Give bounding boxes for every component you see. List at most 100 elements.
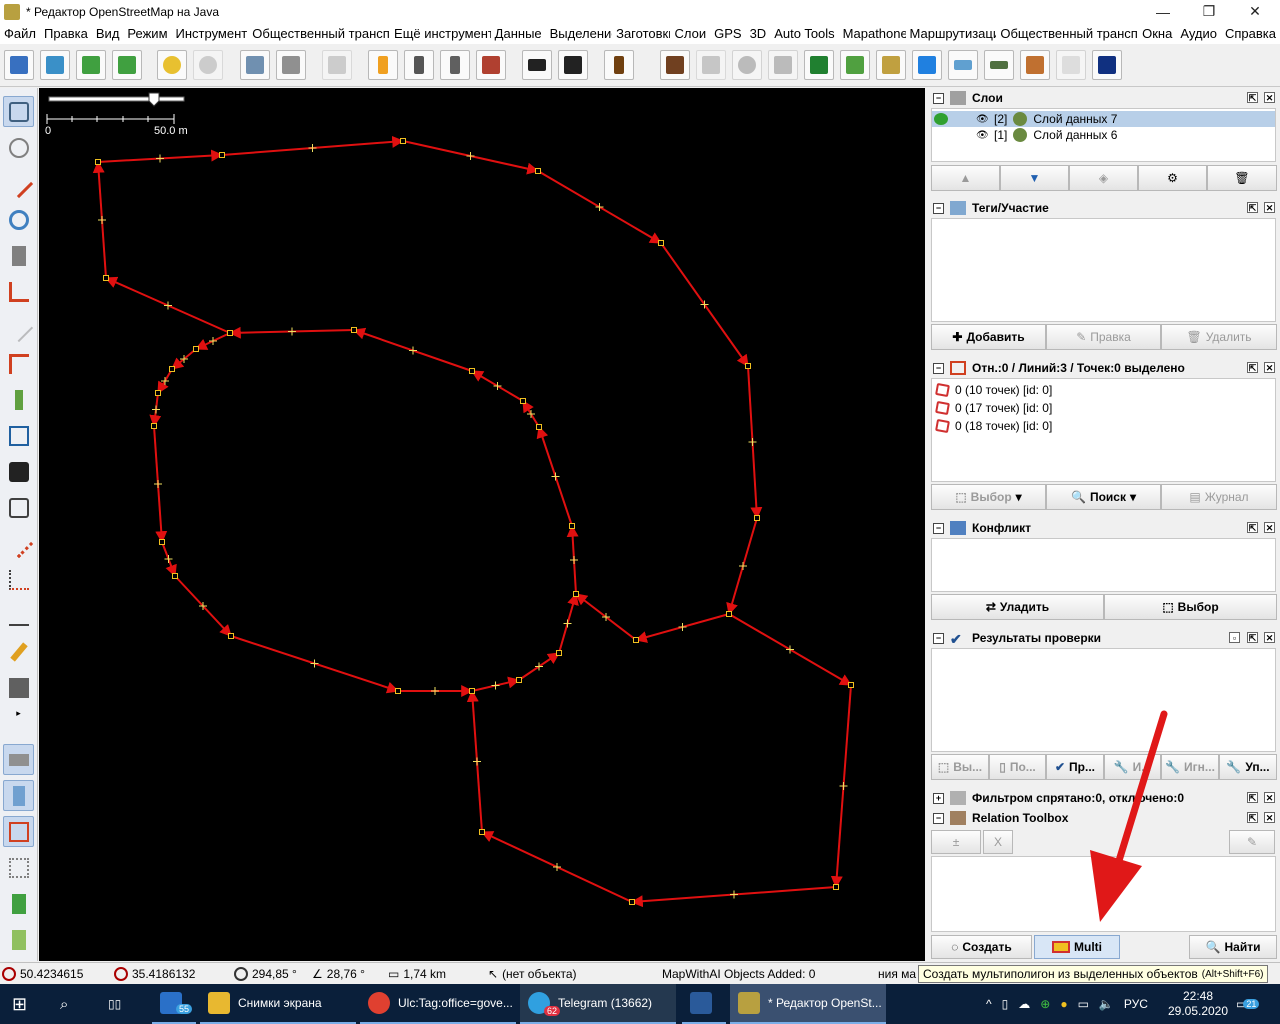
download-icon[interactable]	[40, 50, 70, 80]
map-node[interactable]	[726, 611, 732, 617]
notifications-button[interactable]: ▭ 21	[1236, 984, 1260, 1024]
bus-stop-icon[interactable]	[3, 456, 34, 487]
restaurant-icon[interactable]	[604, 50, 634, 80]
map-node[interactable]	[536, 424, 542, 430]
close-icon[interactable]: ✕	[1264, 812, 1275, 823]
bus-icon[interactable]	[558, 50, 588, 80]
map-node[interactable]	[556, 650, 562, 656]
building-tool-icon[interactable]	[3, 672, 34, 703]
map-node[interactable]	[479, 829, 485, 835]
add-tag-button[interactable]: ✚ Добавить	[931, 324, 1046, 350]
map-node[interactable]	[658, 240, 664, 246]
tag-tool-icon[interactable]	[3, 384, 34, 415]
map-node[interactable]	[228, 633, 234, 639]
close-icon[interactable]: ✕	[1264, 362, 1275, 373]
map-node[interactable]	[535, 168, 541, 174]
menu-public-transport-2[interactable]: Общественный транспорт	[996, 26, 1138, 41]
collapse-icon[interactable]: −	[933, 362, 944, 374]
add-node-icon[interactable]	[3, 600, 34, 631]
settings-icon[interactable]: ▫	[1229, 632, 1240, 643]
parking-icon[interactable]	[768, 50, 798, 80]
taskbar-mail[interactable]: 55	[152, 984, 196, 1024]
menu-more-tools[interactable]: Ещё инструменты	[390, 26, 491, 41]
virtual-node[interactable]	[839, 782, 848, 790]
history-button[interactable]: ▤ Журнал	[1161, 484, 1277, 510]
map-canvas[interactable]	[39, 88, 925, 961]
virtual-node[interactable]	[156, 154, 164, 163]
disabled-icon[interactable]	[1056, 50, 1086, 80]
conflict-panel-title[interactable]: − Конфликт ⇱ ✕	[929, 518, 1280, 538]
forest-icon[interactable]	[804, 50, 834, 80]
edit-relation-button[interactable]: ✎	[1229, 830, 1275, 854]
map-node[interactable]	[395, 688, 401, 694]
map-node[interactable]	[848, 682, 854, 688]
map-node[interactable]	[520, 398, 526, 404]
virtual-node[interactable]	[431, 687, 439, 695]
menu-auto-tools[interactable]: Auto Tools	[770, 26, 838, 41]
map-node[interactable]	[745, 363, 751, 369]
menu-view[interactable]: Вид	[92, 26, 124, 41]
zoom-tool-icon[interactable]	[3, 204, 34, 235]
find-relation-button[interactable]: 🔍 Найти	[1189, 935, 1277, 959]
tags-panel-title[interactable]: − Теги/Участие ⇱ ✕	[929, 198, 1280, 218]
collapse-icon[interactable]: −	[933, 812, 944, 824]
menu-mapathoner[interactable]: Mapathoner	[839, 26, 906, 41]
virtual-node[interactable]	[161, 377, 169, 385]
menu-file[interactable]: Файл	[0, 26, 40, 41]
plus-icon[interactable]: ⊕	[1040, 997, 1050, 1011]
menu-3d[interactable]: 3D	[746, 26, 771, 41]
virtual-node[interactable]	[288, 327, 296, 336]
taskbar-explorer[interactable]: Снимки экрана	[200, 984, 356, 1024]
virtual-node[interactable]	[154, 480, 162, 488]
map-node[interactable]	[227, 330, 233, 336]
align-icon[interactable]	[3, 528, 34, 559]
virtual-node[interactable]	[473, 757, 481, 766]
volume-icon[interactable]: 🔈	[1099, 997, 1114, 1011]
cloud-icon[interactable]: ☁	[1018, 997, 1030, 1011]
menu-help[interactable]: Справка	[1221, 26, 1280, 41]
close-button[interactable]: ✕	[1232, 0, 1278, 23]
menu-audio[interactable]: Аудио	[1176, 26, 1221, 41]
virtual-node[interactable]	[786, 645, 794, 654]
collapse-icon[interactable]: −	[933, 202, 944, 214]
draw-tool-icon[interactable]	[3, 168, 34, 199]
manage-ignore-button[interactable]: 🔧 Уп...	[1219, 754, 1277, 780]
edit-tag-button[interactable]: ✎ Правка	[1046, 324, 1161, 350]
parallel-tool-icon[interactable]	[3, 312, 34, 343]
imagery-icon[interactable]	[322, 50, 352, 80]
detach-icon[interactable]: ⇱	[1247, 632, 1258, 643]
map-node[interactable]	[159, 539, 165, 545]
map-node[interactable]	[516, 677, 522, 683]
move-down-button[interactable]: ▼	[1000, 165, 1069, 191]
menu-windows[interactable]: Окна	[1138, 26, 1176, 41]
conflict-toggle-icon[interactable]	[3, 852, 34, 883]
maximize-button[interactable]: ❐	[1186, 0, 1232, 23]
language-indicator[interactable]: РУС	[1124, 997, 1148, 1011]
farmland-icon[interactable]	[876, 50, 906, 80]
menu-presets[interactable]: Заготовки	[612, 26, 670, 41]
zoom-slider[interactable]	[48, 92, 185, 107]
collapse-icon[interactable]: −	[933, 632, 944, 644]
map-node[interactable]	[633, 637, 639, 643]
delete-layer-button[interactable]: 🗑	[1207, 165, 1277, 191]
layer-settings-button[interactable]: ⚙	[1138, 165, 1207, 191]
taskbar-chrome[interactable]: Ulc:Tag:office=gove...	[360, 984, 516, 1024]
map-node[interactable]	[833, 884, 839, 890]
map-node[interactable]	[172, 573, 178, 579]
redo-icon[interactable]	[193, 50, 223, 80]
virtual-node[interactable]	[553, 863, 561, 871]
map-node[interactable]	[351, 327, 357, 333]
virtual-node[interactable]	[164, 301, 172, 310]
map-node[interactable]	[569, 523, 575, 529]
expand-icon[interactable]: +	[933, 792, 944, 804]
search-button[interactable]: 🔍 Поиск ▾	[1046, 484, 1161, 510]
chevron-down-icon[interactable]: ▾	[1016, 490, 1022, 504]
minimize-button[interactable]: —	[1140, 0, 1186, 23]
map-node[interactable]	[219, 152, 225, 158]
menu-routing[interactable]: Маршрутизация	[906, 26, 997, 41]
virtual-node[interactable]	[595, 203, 604, 211]
detach-icon[interactable]: ⇱	[1247, 362, 1258, 373]
detach-icon[interactable]: ⇱	[1247, 202, 1258, 213]
detach-icon[interactable]: ⇱	[1247, 92, 1258, 103]
close-icon[interactable]: ✕	[1264, 92, 1275, 103]
